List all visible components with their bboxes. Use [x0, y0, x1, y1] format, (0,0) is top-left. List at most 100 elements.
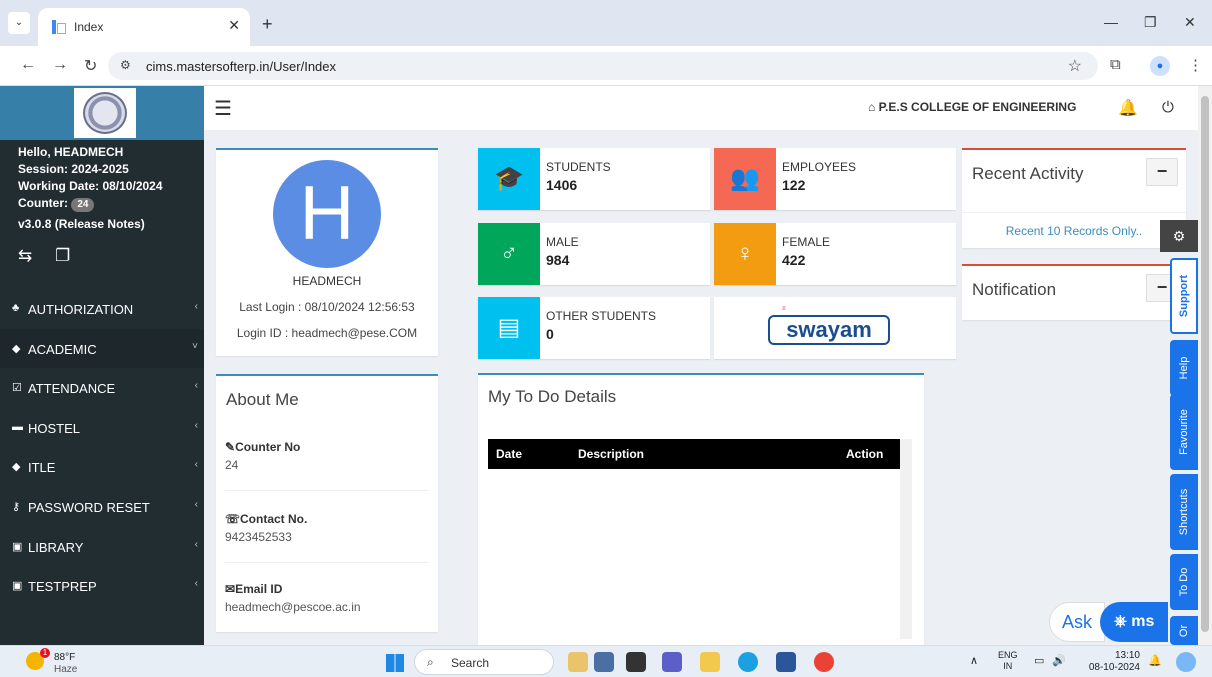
tab-favourite[interactable]: Favourite: [1170, 394, 1198, 470]
teams-icon[interactable]: [662, 652, 682, 672]
sidebar-item-label: TESTPREP: [28, 579, 97, 595]
browser-tab-bar: ⌄ Index ✕ + — ❐ ✕: [0, 0, 1212, 46]
weather-badge: 1: [40, 648, 50, 658]
sidebar-item-academic[interactable]: ◆ ACADEMIC ˅: [0, 328, 204, 369]
swayam-banner[interactable]: ≡ swayam: [714, 297, 956, 359]
reload-icon[interactable]: ↻: [84, 56, 97, 76]
tab-help[interactable]: Help: [1170, 340, 1198, 396]
widgets-icon[interactable]: [568, 652, 588, 672]
contact-label: ☏Contact No.: [225, 512, 308, 526]
tab-todo[interactable]: To Do: [1170, 554, 1198, 610]
tab-more[interactable]: Or: [1170, 616, 1198, 645]
chatbot-button[interactable]: ⎈ ms: [1100, 602, 1168, 642]
back-arrow-icon[interactable]: ←: [20, 56, 36, 74]
page-scrollbar[interactable]: [1198, 86, 1212, 645]
window-close-icon[interactable]: ✕: [1184, 14, 1196, 31]
user-plus-icon: ♣: [12, 302, 20, 314]
swayam-mark-icon: ≡: [782, 306, 786, 312]
notification-bell-icon[interactable]: 🔔: [1118, 98, 1138, 118]
version-link[interactable]: v3.0.8 (Release Notes): [18, 216, 163, 233]
sidebar-item-password-reset[interactable]: ⚷ PASSWORD RESET ‹: [0, 487, 204, 527]
students-count: 1406: [546, 177, 578, 193]
sidebar-item-attendance[interactable]: ☑ ATTENDANCE ‹: [0, 368, 204, 408]
collapse-activity-button[interactable]: −: [1146, 158, 1178, 186]
notification-card: Notification −: [962, 264, 1186, 320]
edge-icon[interactable]: [738, 652, 758, 672]
logo-area: [0, 86, 204, 140]
switch-icon[interactable]: ⇆: [18, 246, 32, 265]
forward-arrow-icon[interactable]: →: [52, 56, 68, 74]
tray-chevron-icon[interactable]: ∧: [970, 654, 978, 667]
ask-button[interactable]: Ask: [1049, 602, 1105, 642]
col-date[interactable]: Date: [496, 447, 522, 461]
copy-icon[interactable]: ❐: [55, 246, 70, 265]
tab-shortcuts[interactable]: Shortcuts: [1170, 474, 1198, 550]
employees-info-box[interactable]: 👥 EMPLOYEES 122: [714, 148, 956, 210]
app-black-icon[interactable]: [626, 652, 646, 672]
copilot-icon[interactable]: [1176, 652, 1196, 672]
key-icon: ⚷: [12, 500, 21, 513]
todo-card: My To Do Details Date Description Action: [478, 373, 924, 645]
address-bar[interactable]: ⚙ cims.mastersofterp.in/User/Index ☆: [108, 52, 1098, 80]
extensions-icon[interactable]: ⧉: [1110, 56, 1121, 73]
chevron-icon: ‹: [194, 498, 198, 510]
task-view-icon[interactable]: [594, 652, 614, 672]
institution-icon: ⌂: [868, 100, 876, 114]
bookmark-star-icon[interactable]: ☆: [1068, 56, 1082, 76]
sidebar-item-testprep[interactable]: ▣ TESTPREP ‹: [0, 566, 204, 606]
todo-scrollbar[interactable]: [900, 439, 912, 639]
file-explorer-icon[interactable]: [700, 652, 720, 672]
restore-icon[interactable]: ❐: [1144, 14, 1157, 31]
sidebar-item-label: PASSWORD RESET: [28, 499, 150, 515]
network-icon[interactable]: ▭: [1034, 654, 1044, 667]
graduation-cap-icon: ◆: [12, 342, 21, 355]
hamburger-menu-icon[interactable]: ☰: [214, 96, 232, 121]
counter-no-value: 24: [225, 458, 239, 472]
col-action[interactable]: Action: [846, 447, 883, 461]
language-indicator[interactable]: ENG IN: [998, 650, 1018, 672]
browser-tab[interactable]: Index ✕: [38, 8, 250, 46]
settings-gear-icon[interactable]: ⚙: [1160, 220, 1198, 252]
minimize-icon[interactable]: —: [1104, 14, 1118, 30]
power-logout-icon[interactable]: ⏻: [1162, 99, 1174, 116]
todo-table-header: Date Description Action: [488, 439, 900, 469]
profile-name: HEADMECH: [292, 274, 362, 288]
tab-search-button[interactable]: ⌄: [8, 12, 30, 34]
employees-count: 122: [782, 177, 806, 193]
volume-icon[interactable]: 🔊: [1052, 654, 1066, 667]
sidebar-item-hostel[interactable]: ▬ HOSTEL ‹: [0, 408, 204, 448]
windows-start-icon[interactable]: [386, 654, 404, 672]
chrome-icon[interactable]: [814, 652, 834, 672]
new-tab-icon[interactable]: +: [262, 14, 273, 35]
store-icon[interactable]: [776, 652, 796, 672]
male-info-box[interactable]: ♂ MALE 984: [478, 223, 710, 285]
counter-row: Counter: 24: [18, 195, 163, 212]
sidebar-item-authorization[interactable]: ♣ AUTHORIZATION ‹: [0, 289, 204, 329]
col-description[interactable]: Description: [578, 447, 644, 461]
pencil-icon: ✎: [225, 440, 236, 454]
college-logo[interactable]: [74, 88, 136, 138]
clock[interactable]: 13:10 08-10-2024: [1084, 650, 1140, 674]
chevron-icon: ˅: [192, 340, 198, 352]
url-text[interactable]: cims.mastersofterp.in/User/Index: [146, 59, 336, 74]
graduation-cap-icon: ◆: [12, 461, 21, 474]
tab-close-icon[interactable]: ✕: [228, 17, 240, 34]
tab-support[interactable]: Support: [1170, 258, 1198, 334]
taskbar-search[interactable]: ⌕ Search: [414, 649, 554, 675]
site-info-icon[interactable]: ⚙: [120, 58, 131, 72]
browser-menu-icon[interactable]: ⋮: [1188, 56, 1203, 74]
profile-avatar-icon[interactable]: ●: [1150, 56, 1170, 76]
other-students-info-box[interactable]: ▤ OTHER STUDENTS 0: [478, 297, 710, 359]
sidebar-item-library[interactable]: ▣ LIBRARY ‹: [0, 527, 204, 567]
sidebar-menu: ♣ AUTHORIZATION ‹ ◆ ACADEMIC ˅ ☑ ATTENDANCE ‹ ▬ HO…: [0, 289, 204, 606]
profile-card: H HEADMECH Last Login : 08/10/2024 12:56…: [216, 148, 438, 356]
chevron-icon: ‹: [194, 380, 198, 392]
greeting: Hello, HEADMECH: [18, 145, 124, 159]
female-info-box[interactable]: ♀ FEMALE 422: [714, 223, 956, 285]
sidebar-item-itle[interactable]: ◆ ITLE ‹: [0, 447, 204, 487]
chevron-icon: ‹: [194, 578, 198, 590]
other-students-count: 0: [546, 326, 554, 342]
students-info-box[interactable]: 🎓 STUDENTS 1406: [478, 148, 710, 210]
counter-badge: 24: [71, 198, 95, 212]
notification-tray-icon[interactable]: 🔔: [1148, 654, 1162, 667]
